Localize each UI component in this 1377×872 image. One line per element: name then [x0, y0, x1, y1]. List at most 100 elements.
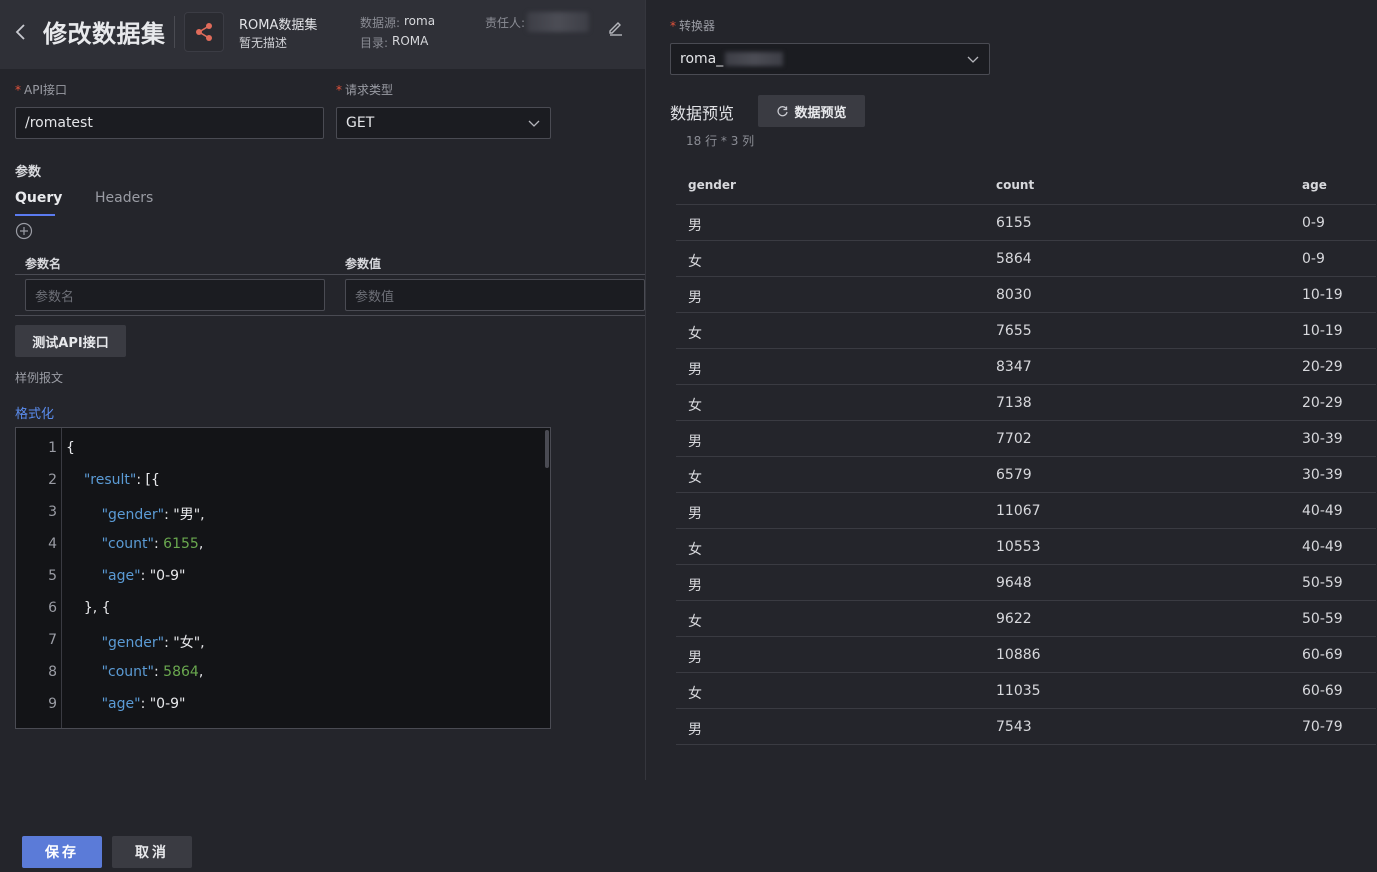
data-preview-button[interactable]: 数据预览 — [758, 95, 865, 127]
api-input[interactable]: /romatest — [15, 107, 324, 139]
data-preview-title: 数据预览 — [670, 104, 735, 123]
tab-headers[interactable]: Headers — [95, 190, 153, 206]
json-key: "gender" — [101, 507, 165, 523]
column-header-age: age — [1302, 178, 1327, 192]
cancel-button[interactable]: 取消 — [112, 836, 192, 868]
param-value-header: 参数值 — [345, 257, 382, 271]
table-row: 女 5864 0-9 — [676, 241, 1376, 277]
table-cell-age: 30-39 — [1302, 467, 1343, 483]
table-row: 男 9648 50-59 — [676, 565, 1376, 601]
params-header-divider — [15, 274, 645, 275]
table-cell-age: 10-19 — [1302, 323, 1343, 339]
table-cell-age: 20-29 — [1302, 395, 1343, 411]
line-number: 6 — [48, 600, 57, 616]
owner-label: 责任人: — [485, 16, 526, 30]
json-text: : "0-9" — [140, 568, 186, 584]
table-cell-gender: 男 — [688, 290, 702, 306]
table-cell-count: 7702 — [996, 431, 1032, 447]
add-param-icon[interactable] — [15, 222, 33, 240]
format-link[interactable]: 格式化 — [15, 403, 54, 422]
param-name-input[interactable]: 参数名 — [25, 279, 325, 311]
directory-label: 目录: — [360, 36, 389, 50]
line-number: 5 — [48, 568, 57, 584]
json-key: "age" — [101, 568, 141, 584]
line-number: 7 — [48, 632, 57, 648]
table-cell-age: 40-49 — [1302, 539, 1343, 555]
table-cell-age: 50-59 — [1302, 611, 1343, 627]
save-button[interactable]: 保存 — [22, 836, 102, 868]
table-cell-age: 10-19 — [1302, 287, 1343, 303]
json-key: "gender" — [101, 635, 165, 651]
params-row-divider — [15, 315, 645, 316]
json-text: : — [154, 664, 164, 680]
column-header-gender: gender — [688, 178, 736, 192]
row-column-count: 18 行 * 3 列 — [686, 134, 755, 148]
json-key: "count" — [101, 664, 154, 680]
table-cell-gender: 男 — [688, 722, 702, 738]
source-label: 数据源: — [360, 16, 401, 30]
json-text: : "男", — [164, 507, 205, 523]
table-cell-count: 10886 — [996, 647, 1041, 663]
editor-scrollbar[interactable] — [545, 430, 549, 468]
method-select[interactable]: GET — [336, 107, 551, 139]
table-cell-gender: 男 — [688, 362, 702, 378]
converter-select[interactable]: roma_ — [670, 43, 990, 75]
json-key: "count" — [101, 536, 154, 552]
json-text: : — [154, 536, 164, 552]
table-cell-count: 8347 — [996, 359, 1032, 375]
table-row: 男 7702 30-39 — [676, 421, 1376, 457]
edit-dataset-page: 修改数据集 ROMA数据集 暂无描述 数据源: roma 目录: ROMA 责任… — [0, 0, 1377, 872]
table-cell-gender: 女 — [688, 326, 702, 342]
line-number: 1 — [48, 440, 57, 456]
json-key: "result" — [83, 472, 137, 488]
json-text: }, { — [83, 600, 111, 616]
directory-value: ROMA — [392, 34, 429, 48]
source-value: roma — [404, 14, 436, 28]
code-line: "gender": "男", — [66, 504, 205, 524]
table-cell-count: 7655 — [996, 323, 1032, 339]
code-line: "result": [{ — [66, 472, 160, 488]
table-cell-count: 11035 — [996, 683, 1041, 699]
param-value-input[interactable]: 参数值 — [345, 279, 645, 311]
param-name-header: 参数名 — [25, 257, 62, 271]
edit-pencil-icon[interactable] — [607, 18, 625, 36]
table-cell-age: 40-49 — [1302, 503, 1343, 519]
data-preview-button-label: 数据预览 — [794, 105, 847, 121]
dataset-logo — [184, 12, 224, 52]
converter-value-redacted — [725, 52, 784, 66]
chevron-down-icon — [528, 120, 540, 127]
code-line: { — [66, 440, 75, 456]
json-number: 6155 — [163, 536, 199, 552]
back-arrow-icon[interactable] — [12, 21, 30, 43]
table-row: 男 10886 60-69 — [676, 637, 1376, 673]
converter-select-value: roma_ — [680, 51, 724, 67]
table-cell-count: 6155 — [996, 215, 1032, 231]
json-text: : [{ — [136, 472, 160, 488]
json-text: : "0-9" — [140, 696, 186, 712]
table-row: 女 11035 60-69 — [676, 673, 1376, 709]
tab-query[interactable]: Query — [15, 190, 62, 206]
table-cell-age: 60-69 — [1302, 647, 1343, 663]
converter-label: * 转换器 — [670, 19, 716, 33]
line-number: 9 — [48, 696, 57, 712]
owner-value-redacted — [527, 12, 589, 32]
sample-code-editor[interactable]: 1 2 3 4 5 6 7 8 9 { "result": [{ "gender… — [15, 427, 551, 729]
line-number: 8 — [48, 664, 57, 680]
table-cell-count: 11067 — [996, 503, 1041, 519]
code-line: "age": "0-9" — [66, 568, 186, 584]
table-cell-gender: 男 — [688, 218, 702, 234]
title-divider — [174, 16, 175, 48]
table-cell-gender: 女 — [688, 542, 702, 558]
table-cell-age: 60-69 — [1302, 683, 1343, 699]
table-cell-gender: 男 — [688, 650, 702, 666]
line-number: 3 — [48, 504, 57, 520]
code-line: "gender": "女", — [66, 632, 205, 652]
method-select-value: GET — [346, 115, 375, 131]
table-row: 女 7655 10-19 — [676, 313, 1376, 349]
api-label: * API接口 — [15, 83, 67, 97]
test-api-button[interactable]: 测试API接口 — [15, 325, 126, 357]
json-text: : "女", — [164, 635, 205, 651]
sample-message-label: 样例报文 — [15, 371, 64, 385]
